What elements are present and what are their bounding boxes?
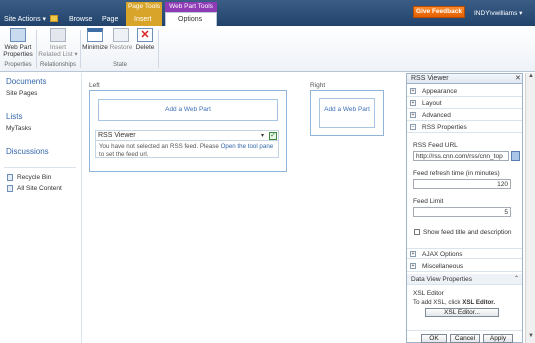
nav-my-tasks[interactable]: MyTasks [6, 125, 31, 132]
refresh-input[interactable]: 120 [413, 179, 511, 189]
give-feedback-button[interactable]: Give Feedback [413, 6, 465, 18]
tab-options[interactable]: Options [178, 14, 202, 26]
nav-divider [4, 167, 76, 168]
group-label-properties: Properties [4, 62, 32, 68]
insert-related-list-button[interactable]: Insert Related List ▾ [38, 28, 78, 58]
section-data-view-properties[interactable]: Data View Properties ⌃ [407, 274, 522, 285]
add-web-part-button[interactable]: Add a Web Part [98, 99, 278, 121]
properties-icon [10, 28, 26, 42]
restore-icon [113, 28, 129, 42]
webpart-title: RSS Viewer [98, 132, 136, 139]
apply-button[interactable]: Apply [483, 334, 513, 343]
folder-icon[interactable] [50, 15, 58, 22]
webpart-menu-arrow-icon[interactable]: ▾ [261, 132, 264, 139]
rss-viewer-webpart: RSS Viewer ▾ ✓ You have not selected an … [95, 130, 279, 158]
delete-icon: ✕ [137, 28, 153, 42]
group-label-state: State [112, 62, 127, 68]
web-part-tools-label: Web Part Tools [169, 3, 213, 10]
minimize-icon [87, 28, 103, 42]
nav-discussions[interactable]: Discussions [6, 147, 49, 156]
left-zone: Add a Web Part RSS Viewer ▾ ✓ You have n… [89, 90, 287, 172]
refresh-label: Feed refresh time (in minutes) [413, 170, 500, 177]
page-tools-label: Page Tools [127, 3, 161, 10]
related-list-icon [50, 28, 66, 42]
ribbon-separator [158, 30, 159, 68]
section-ajax-options[interactable]: + AJAX Options [407, 248, 522, 259]
site-actions-menu[interactable]: Site Actions ▾ [4, 14, 46, 26]
section-advanced[interactable]: + Advanced [407, 110, 522, 121]
user-menu[interactable]: INDY\vwilliams ▾ [474, 9, 522, 17]
collapse-arrows-icon: ⌃ [514, 276, 520, 282]
group-label-relationships: Relationships [39, 62, 77, 68]
cancel-button[interactable]: Cancel [450, 334, 480, 343]
section-miscellaneous[interactable]: + Miscellaneous [407, 261, 522, 272]
nav-recycle-bin[interactable]: Recycle Bin [17, 174, 51, 181]
expand-icon: + [410, 251, 416, 257]
open-tool-pane-link[interactable]: Open the tool pane [221, 143, 274, 150]
webpart-message: You have not selected an RSS feed. Pleas… [99, 143, 274, 158]
restore-button[interactable]: Restore [109, 28, 133, 51]
show-title-label: Show feed title and description [423, 229, 512, 236]
ribbon-separator [80, 30, 81, 68]
tool-pane: RSS Viewer ✕ + Appearance + Layout + Adv… [406, 73, 523, 343]
expand-icon: + [410, 112, 416, 118]
section-appearance[interactable]: + Appearance [407, 86, 522, 97]
add-web-part-right-button[interactable]: Add a Web Part [319, 98, 375, 128]
expand-icon: + [410, 263, 416, 269]
nav-all-site-content[interactable]: All Site Content [17, 185, 62, 192]
right-zone: Add a Web Part [310, 90, 384, 136]
delete-button[interactable]: ✕ Delete [134, 28, 156, 51]
tab-insert[interactable]: Insert [134, 14, 152, 26]
nav-lists[interactable]: Lists [6, 112, 22, 121]
vertical-scrollbar[interactable]: ▲ ▼ [525, 73, 535, 343]
web-part-properties-button[interactable]: Web Part Properties [2, 28, 34, 58]
nav-site-pages[interactable]: Site Pages [6, 90, 37, 97]
scroll-up-icon[interactable]: ▲ [527, 73, 535, 81]
all-site-content-icon [7, 185, 13, 192]
ok-button[interactable]: OK [421, 334, 447, 343]
feed-url-label: RSS Feed URL [413, 142, 458, 149]
ribbon: Web Part Properties Insert Related List … [0, 26, 535, 72]
tool-pane-title: RSS Viewer [411, 75, 449, 82]
webpart-checkbox[interactable]: ✓ [269, 132, 277, 140]
section-rss-properties[interactable]: − RSS Properties [407, 122, 522, 133]
collapse-icon: − [410, 124, 416, 130]
feed-limit-input[interactable]: 5 [413, 207, 511, 217]
browse-icon[interactable] [511, 151, 520, 161]
recycle-bin-icon [7, 174, 13, 181]
section-layout[interactable]: + Layout [407, 98, 522, 109]
close-icon[interactable]: ✕ [515, 74, 521, 82]
left-zone-label: Left [89, 82, 100, 89]
feed-url-input[interactable]: http://rss.cnn.com/rss/cnn_top [413, 151, 509, 161]
top-bar: Site Actions ▾ Browse Page Page Tools In… [0, 0, 535, 26]
tab-page[interactable]: Page [102, 14, 118, 26]
minimize-button[interactable]: Minimize [82, 28, 108, 51]
xsl-editor-button[interactable]: XSL Editor... [425, 308, 499, 317]
xsl-editor-heading: XSL Editor [413, 290, 444, 297]
right-zone-label: Right [310, 82, 326, 89]
xsl-hint: To add XSL, click XSL Editor. [413, 299, 496, 306]
nav-documents[interactable]: Documents [6, 77, 46, 86]
tab-browse[interactable]: Browse [69, 14, 92, 26]
expand-icon: + [410, 88, 416, 94]
expand-icon: + [410, 100, 416, 106]
footer-divider [407, 330, 522, 331]
scroll-down-icon[interactable]: ▼ [527, 333, 535, 341]
left-navigation: Documents Site Pages Lists MyTasks Discu… [0, 73, 82, 343]
feed-limit-label: Feed Limit [413, 198, 444, 205]
